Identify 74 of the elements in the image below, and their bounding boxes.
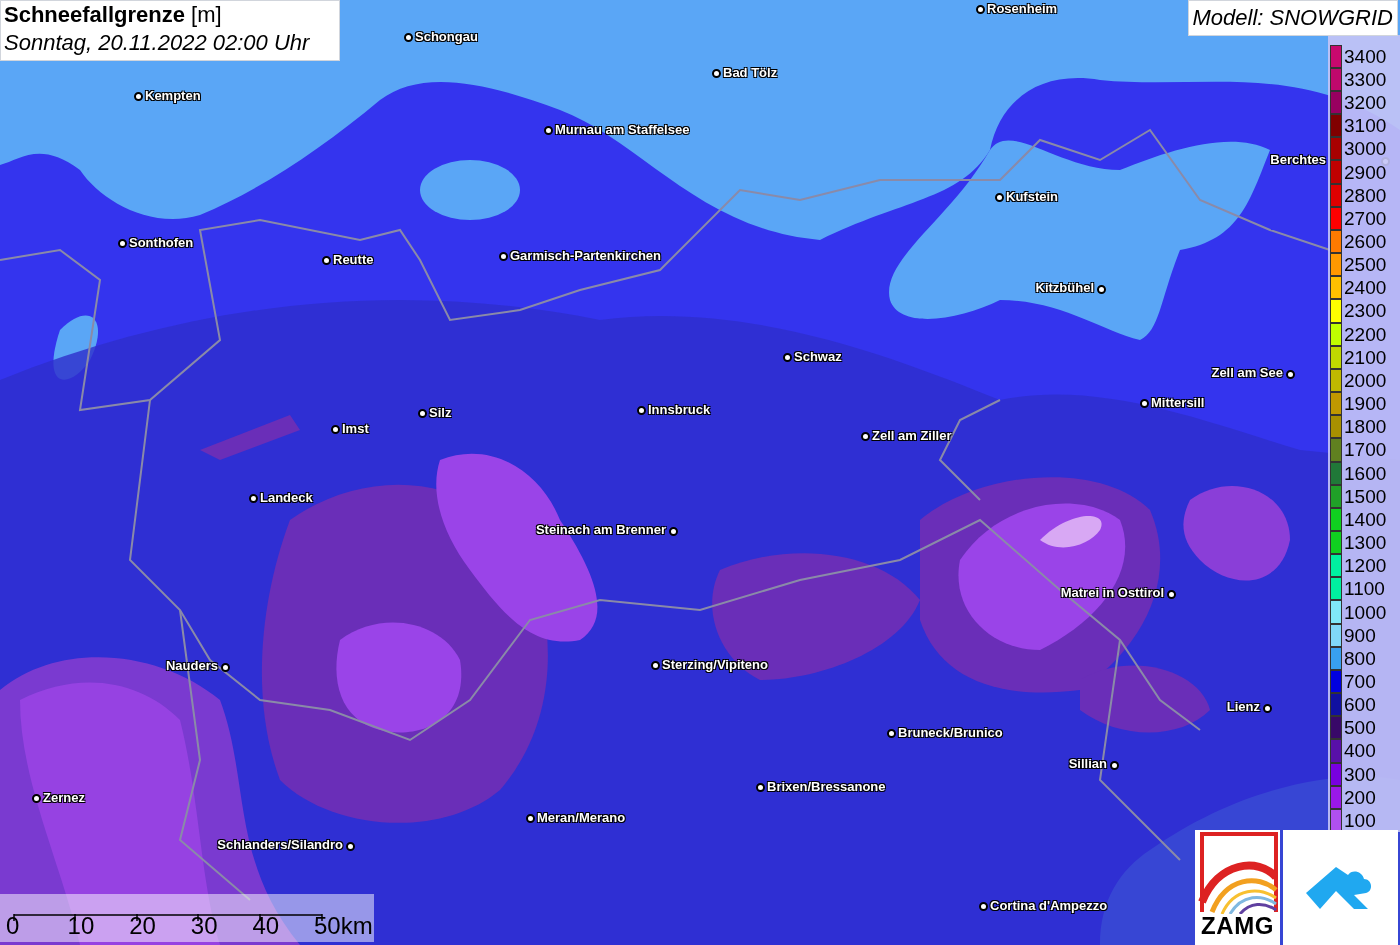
legend-label: 2100 [1344,347,1387,367]
legend-label: 3000 [1344,139,1387,159]
legend-label: 1900 [1344,394,1387,414]
scale-label: 50km [314,914,373,938]
city-label: Nauders [165,659,218,672]
legend-label: 100 [1344,810,1376,830]
legend-label: 1800 [1344,417,1387,437]
model-label: Modell: SNOWGRID [1187,0,1398,36]
city-label: Bad Tölz [723,66,778,79]
city-label: Imst [342,422,369,435]
legend-label: 2700 [1344,208,1387,228]
logo-text: ZAMG [1200,914,1275,938]
legend-label: 600 [1344,695,1376,715]
city-label: Zell am See [1211,366,1283,379]
map-subtitle: Sonntag, 20.11.2022 02:00 Uhr [4,29,311,57]
scale-label: 10 [67,914,95,938]
city-label: Sonthofen [129,236,194,249]
legend-label: 2500 [1344,255,1387,275]
city-label: Zernez [43,791,85,804]
city-label: Cortina d'Ampezzo [990,899,1108,912]
city-label: Meran/Merano [537,811,626,824]
legend-label: 2300 [1344,301,1387,321]
city-label: Kempten [145,89,201,102]
legend-label: 2200 [1344,324,1387,344]
legend-label: 3300 [1344,69,1387,89]
city-label: Bruneck/Brunico [898,726,1003,739]
legend-label: 1700 [1344,440,1387,460]
scale-label: 30 [190,914,218,938]
legend-label: 1300 [1344,533,1387,553]
city-label: Schlanders/Silandro [217,838,343,851]
city-label: Zell am Ziller [872,429,952,442]
scale-label: 0 [6,914,20,938]
legend-label: 3200 [1344,93,1387,113]
legend-label: 1100 [1344,579,1385,599]
legend-label: 800 [1344,648,1376,668]
city-label: Schwaz [794,350,842,363]
legend-label: 3400 [1344,46,1387,66]
legend-label: 1400 [1344,509,1387,529]
city-label: Rosenheim [987,2,1058,15]
legend-label: 2800 [1344,185,1387,205]
map-title: Schneefallgrenze [m] [4,1,223,29]
legend-label: 1500 [1344,486,1387,506]
city-label: Schongau [415,30,478,43]
legend-label: 700 [1344,672,1376,691]
scale-label: 40 [252,914,280,938]
city-label: Sterzing/Vipiteno [662,658,768,671]
legend-label: 1000 [1344,602,1387,622]
legend-label: 2000 [1344,370,1387,390]
city-label: Brixen/Bressanone [767,780,886,793]
city-label: Innsbruck [648,403,711,416]
city-label: Kufstein [1006,190,1058,203]
city-label: Reutte [333,253,374,266]
legend-label: 2600 [1344,232,1387,251]
city-label: Matrei in Osttirol [1060,586,1164,599]
city-label: Murnau am Staffelsee [555,123,690,136]
legend-label: 400 [1344,741,1376,761]
legend-label: 200 [1344,787,1376,807]
city-label: Berchtes [1270,153,1326,166]
city-label: Sillian [1068,757,1107,770]
city-label: Garmisch-Partenkirchen [510,249,661,262]
city-label: Lienz [1226,700,1260,713]
legend-label: 2400 [1344,278,1387,298]
legend-label: 300 [1344,764,1376,784]
city-label: Silz [429,406,452,419]
legend-label: 1200 [1344,556,1387,576]
city-label: Landeck [260,491,313,504]
scale-label: 20 [129,914,156,938]
city-label: Kitzbühel [1035,281,1094,294]
legend-label: 2900 [1344,162,1387,182]
legend-label: 900 [1344,625,1376,645]
legend-label: 500 [1344,718,1376,738]
city-label: Mittersill [1151,396,1205,409]
legend-label: 1600 [1344,463,1387,483]
legend-label: 3100 [1344,116,1387,136]
